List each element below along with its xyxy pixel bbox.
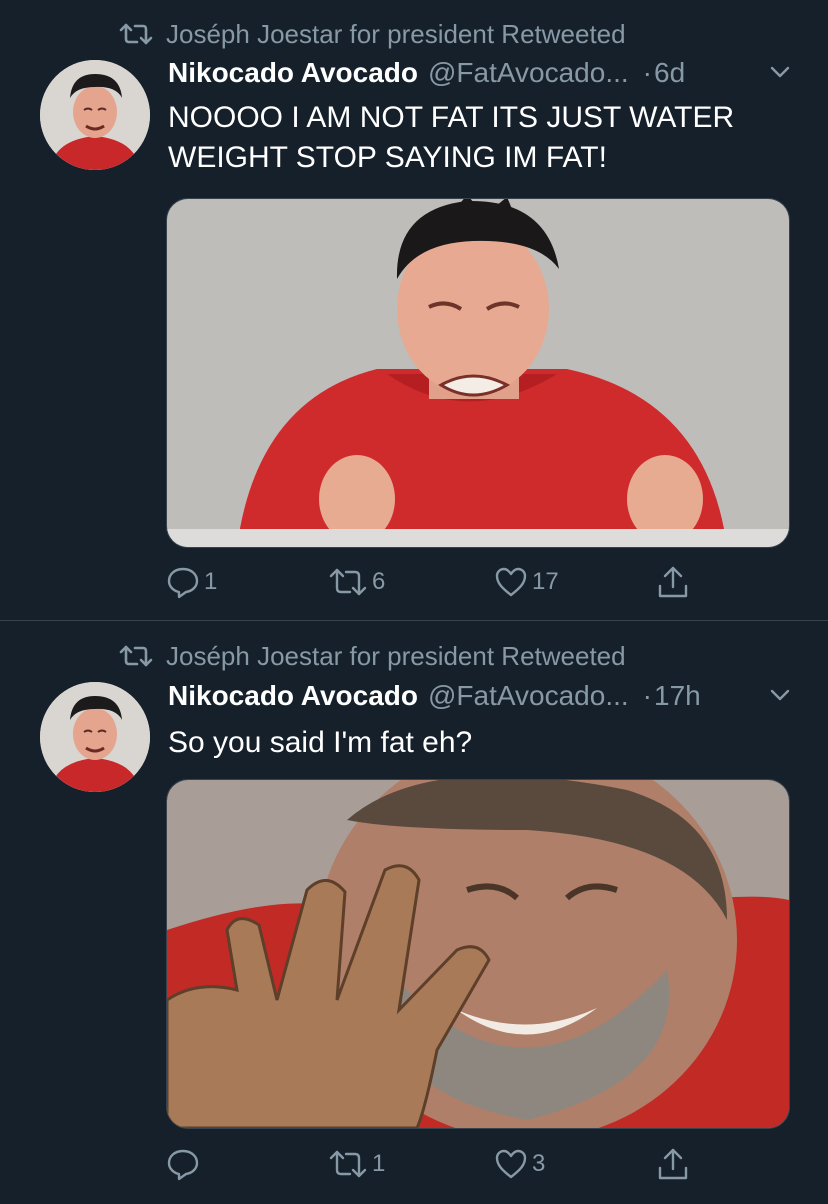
- retweeted-by-text: Joséph Joestar for president Retweeted: [166, 18, 626, 49]
- retweet-button[interactable]: 1: [328, 1144, 385, 1184]
- retweet-context: Joséph Joestar for president Retweeted: [118, 17, 626, 51]
- retweet-icon: [329, 1150, 367, 1178]
- like-count: 17: [532, 568, 559, 595]
- author-name[interactable]: Nikocado Avocado: [168, 680, 418, 712]
- retweet-icon: [119, 645, 153, 667]
- tweet-actions: 1 3: [166, 1144, 706, 1184]
- retweet-count: 1: [372, 1150, 386, 1177]
- tweet-actions: 1 6 17: [166, 562, 706, 602]
- retweet-button[interactable]: 6: [328, 562, 385, 602]
- author-name[interactable]: Nikocado Avocado: [168, 57, 418, 89]
- avatar[interactable]: [40, 682, 150, 792]
- reply-icon: [167, 1149, 199, 1181]
- tweet-text-line: WEIGHT STOP SAYING IM FAT!: [168, 141, 607, 174]
- reply-button[interactable]: [166, 1144, 204, 1184]
- avatar-image: [40, 60, 150, 170]
- tweet-header: Nikocado Avocado @FatAvocado... · 6d: [168, 54, 798, 92]
- avatar-image: [40, 682, 150, 792]
- tweet-text-line: NOOOO I AM NOT FAT ITS JUST WATER: [168, 101, 735, 134]
- tweet-text: So you said I'm fat eh?: [168, 723, 798, 763]
- tweet-text: NOOOO I AM NOT FAT ITS JUST WATER WEIGHT…: [168, 98, 798, 178]
- retweet-icon: [329, 568, 367, 596]
- like-button[interactable]: 17: [494, 562, 559, 602]
- share-icon: [658, 1148, 688, 1180]
- tweet-image[interactable]: [166, 779, 790, 1129]
- reply-count: 1: [204, 568, 218, 595]
- like-icon: [495, 1149, 527, 1179]
- timestamp[interactable]: 6d: [654, 57, 685, 89]
- tweet-image[interactable]: [166, 198, 790, 548]
- like-icon: [495, 567, 527, 597]
- tweet[interactable]: Joséph Joestar for president Retweeted N…: [0, 0, 828, 621]
- chevron-down-icon[interactable]: [768, 62, 792, 82]
- reply-icon: [167, 567, 199, 599]
- author-handle[interactable]: @FatAvocado...: [428, 57, 629, 89]
- photo-reaching-hand: [167, 780, 789, 1128]
- avatar[interactable]: [40, 60, 150, 170]
- separator: ·: [642, 57, 652, 88]
- retweet-icon: [119, 23, 153, 45]
- retweet-context: Joséph Joestar for president Retweeted: [118, 639, 626, 673]
- photo-crying-man: [167, 199, 789, 547]
- timestamp[interactable]: 17h: [654, 680, 701, 712]
- share-button[interactable]: [656, 1144, 694, 1184]
- like-count: 3: [532, 1150, 546, 1177]
- tweet-header: Nikocado Avocado @FatAvocado... · 17h: [168, 677, 798, 715]
- share-icon: [658, 566, 688, 598]
- author-handle[interactable]: @FatAvocado...: [428, 680, 629, 712]
- chevron-down-icon[interactable]: [768, 685, 792, 705]
- retweeted-by-text: Joséph Joestar for president Retweeted: [166, 640, 626, 671]
- share-button[interactable]: [656, 562, 694, 602]
- like-button[interactable]: 3: [494, 1144, 545, 1184]
- separator: ·: [642, 680, 652, 711]
- retweet-count: 6: [372, 568, 386, 595]
- tweet-text-line: So you said I'm fat eh?: [168, 726, 473, 759]
- tweet[interactable]: Joséph Joestar for president Retweeted N…: [0, 621, 828, 1204]
- reply-button[interactable]: 1: [166, 562, 217, 602]
